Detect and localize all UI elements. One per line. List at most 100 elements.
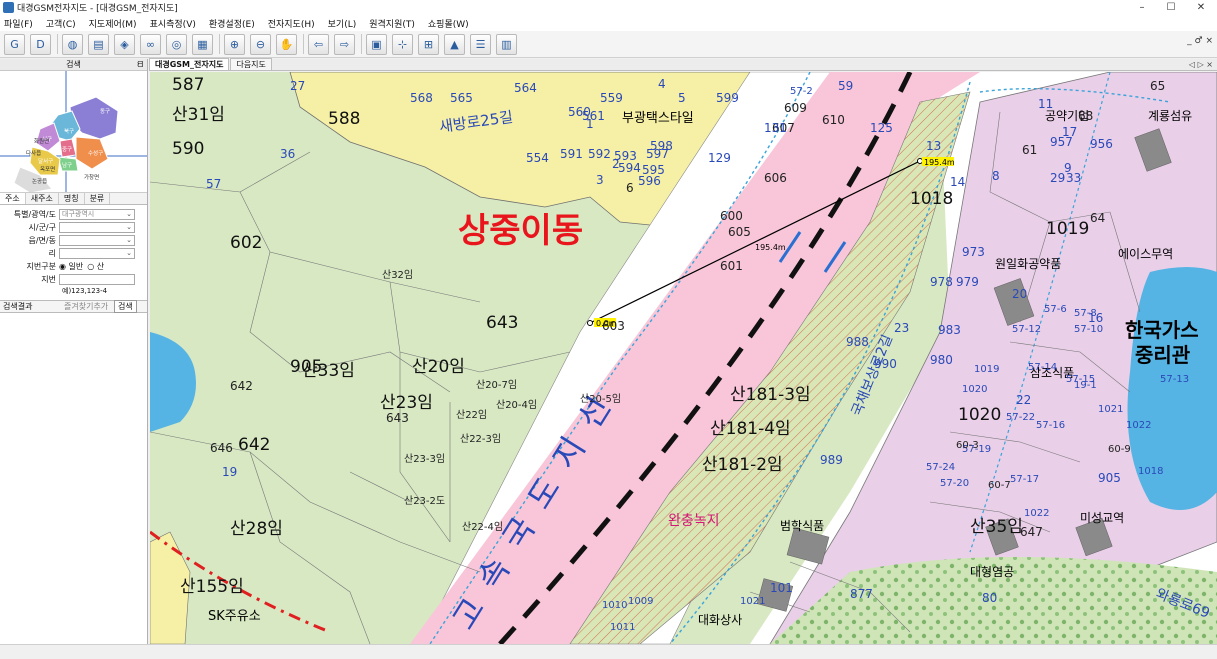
menu-shop[interactable]: 쇼핑몰(W) xyxy=(428,17,469,30)
pan-button[interactable]: ✋ xyxy=(276,33,297,55)
lot-label-small: 568 xyxy=(410,91,433,105)
zoom-out-button[interactable]: ⊖ xyxy=(250,33,271,55)
view-button[interactable]: ◎ xyxy=(166,33,187,55)
lot-label-small: 598 xyxy=(650,139,673,153)
lot-label-small: 125 xyxy=(870,121,893,135)
company-daehwa: 대화상사 xyxy=(698,613,742,627)
lot-input[interactable] xyxy=(59,274,135,285)
minimap-label: 달서구 xyxy=(38,157,53,165)
province-row: 특별/광역/도 대구광역시 ⌄ xyxy=(0,208,147,221)
radio-general[interactable]: ◉ 일반 xyxy=(59,261,83,272)
lot-label-large: 588 xyxy=(328,109,360,129)
menu-map-control[interactable]: 지도제어(M) xyxy=(89,17,137,30)
radio-mountain[interactable]: ○ 산 xyxy=(87,261,104,272)
lot-example: 예)123,123-4 xyxy=(62,287,108,295)
tab-daum-map[interactable]: 다음지도 xyxy=(230,58,272,70)
lot-label-small: 978 xyxy=(930,275,953,289)
chevron-down-icon: ⌄ xyxy=(126,210,132,218)
menu-view[interactable]: 보기(L) xyxy=(328,17,357,30)
menu-settings[interactable]: 환경설정(E) xyxy=(209,17,255,30)
tab-navigation[interactable]: ◁ ▷ × xyxy=(1189,60,1213,69)
search-results[interactable] xyxy=(0,313,147,631)
measure-end-label: 195.4m xyxy=(924,158,955,167)
list-button[interactable]: ☰ xyxy=(470,33,491,55)
tab-address[interactable]: 주소 xyxy=(0,193,26,204)
zoom-in-button[interactable]: ⊕ xyxy=(224,33,245,55)
lot-label-small: 5 xyxy=(678,91,686,105)
globe-button[interactable]: ◍ xyxy=(62,33,83,55)
binocular-button[interactable]: ∞ xyxy=(140,33,161,55)
lot-label-small: 1021 xyxy=(740,596,765,607)
lot-label-small: 19 xyxy=(222,465,237,479)
report-button[interactable]: ▥ xyxy=(496,33,517,55)
menu-electronic-map[interactable]: 전자지도(H) xyxy=(268,17,315,30)
window-title: 대경GSM전자지도 - [대경GSM_전자지도] xyxy=(17,4,178,14)
forward-button[interactable]: ⇨ xyxy=(334,33,355,55)
lot-label-small: 1009 xyxy=(628,596,653,607)
lot-label-small: 988 xyxy=(846,335,869,349)
town-select[interactable]: ⌄ xyxy=(59,235,135,246)
menu-display-measure[interactable]: 표시측정(V) xyxy=(150,17,196,30)
measure-end-point xyxy=(917,158,923,164)
document-tabs: 대경GSM_전자지도 다음지도 xyxy=(149,58,1217,71)
info-button[interactable]: ▣ xyxy=(366,33,387,55)
lot-example-row: 예)123,123-4 xyxy=(0,286,147,296)
maximize-button[interactable]: ☐ xyxy=(1156,0,1186,15)
tab-category[interactable]: 분류 xyxy=(85,193,111,204)
area-button[interactable]: ⊞ xyxy=(418,33,439,55)
tab-gsm-map[interactable]: 대경GSM_전자지도 xyxy=(149,58,230,70)
map-canvas[interactable]: 0.0m 195.4m 195.4m 상중이동 새방로25길 국채보상로2길 와… xyxy=(150,72,1217,644)
lot-label-small: 647 xyxy=(1020,525,1043,539)
gmap-button[interactable]: G xyxy=(4,33,25,55)
marker-button[interactable]: ▲ xyxy=(444,33,465,55)
province-label: 특별/광역/도 xyxy=(13,210,56,219)
search-panel: 검색 ᗺ 북구 동구 서구 중구 수성구 남구 달서구 화원면 다사읍 논공읍 옥포면 가창면 주소 … xyxy=(0,59,148,644)
favorite-add-button[interactable]: 즐겨찾기추가 xyxy=(64,301,114,312)
lot-label-large: 산23임 xyxy=(380,393,433,413)
lot-label-small: 57-2 xyxy=(790,86,813,97)
lot-label-small: 22 xyxy=(1016,393,1031,407)
province-select[interactable]: 대구광역시 ⌄ xyxy=(59,209,135,220)
d-button[interactable]: D xyxy=(30,33,51,55)
lot-label-small: 13 xyxy=(926,139,941,153)
menu-remote-support[interactable]: 원격지원(T) xyxy=(369,17,415,30)
measure-mid-label: 195.4m xyxy=(755,243,786,252)
overview-minimap[interactable]: 북구 동구 서구 중구 수성구 남구 달서구 화원면 다사읍 논공읍 옥포면 가창면 xyxy=(0,71,147,193)
lot-label-small: 564 xyxy=(514,81,537,95)
mdi-window-controls[interactable]: _ ♂ × xyxy=(1187,36,1213,46)
village-select[interactable]: ⌄ xyxy=(59,248,135,259)
back-button[interactable]: ⇦ xyxy=(308,33,329,55)
tab-new-address[interactable]: 새주소 xyxy=(26,193,59,204)
lot-label-small: 산22-4임 xyxy=(462,520,503,533)
lot-label-small: 592 xyxy=(588,147,611,161)
app-icon xyxy=(3,2,14,13)
toolbar: G D ◍ ▤ ◈ ∞ ◎ ▦ ⊕ ⊖ ✋ ⇦ ⇨ ▣ ⊹ ⊞ ▲ ☰ ▥ xyxy=(0,31,1217,58)
grid-button[interactable]: ▦ xyxy=(192,33,213,55)
layer-button[interactable]: ◈ xyxy=(114,33,135,55)
lot-label-small: 599 xyxy=(716,91,739,105)
pin-icon[interactable]: ᗺ xyxy=(137,59,143,71)
minimap-label: 수성구 xyxy=(88,149,103,157)
lot-label-small: 1021 xyxy=(1098,404,1123,415)
city-row: 시/군/구 ⌄ xyxy=(0,221,147,234)
close-button[interactable]: ✕ xyxy=(1186,0,1216,15)
lot-label: 지번 xyxy=(41,275,56,284)
print-button[interactable]: ▤ xyxy=(88,33,109,55)
lot-label-small: 36 xyxy=(280,147,295,161)
tab-name[interactable]: 명칭 xyxy=(59,193,85,204)
lot-label-small: 989 xyxy=(820,453,843,467)
lot-label-small: 554 xyxy=(526,151,549,165)
minimize-button[interactable]: – xyxy=(1127,0,1157,15)
city-select[interactable]: ⌄ xyxy=(59,222,135,233)
search-button[interactable]: 검색 xyxy=(114,300,137,313)
lot-label-small: 979 xyxy=(956,275,979,289)
menu-customer[interactable]: 고객(C) xyxy=(46,17,76,30)
lot-label-large: 산181-3임 xyxy=(730,385,811,405)
lot-label-large: 1019 xyxy=(1046,219,1089,239)
menu-file[interactable]: 파일(F) xyxy=(4,17,33,30)
lot-label-small: 산23-2도 xyxy=(404,495,445,507)
lot-label-small: 905 xyxy=(1098,471,1121,485)
lot-label-small: 65 xyxy=(1150,79,1165,93)
lot-label-small: 68 xyxy=(1078,109,1093,123)
distance-button[interactable]: ⊹ xyxy=(392,33,413,55)
